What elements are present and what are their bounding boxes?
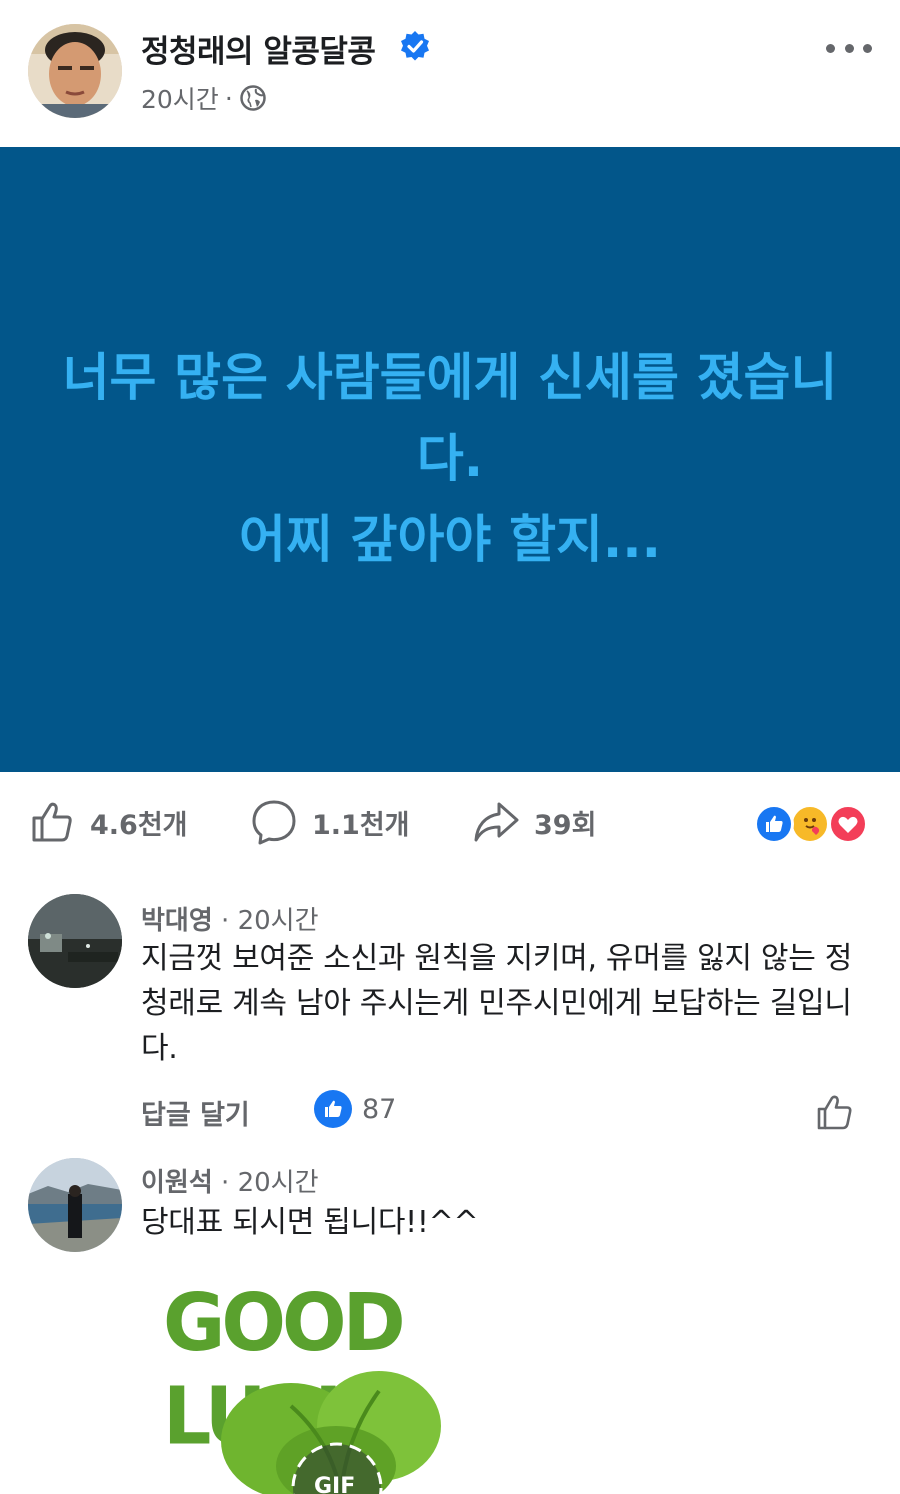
comment-text: 지금껏 보여준 소신과 원칙을 지키며, 유머를 잃지 않는 정청래로 계속 남…: [141, 941, 853, 1066]
comment-icon: [252, 800, 296, 845]
like-count: 4.6천개: [90, 809, 188, 841]
clover-image: [221, 1371, 441, 1494]
care-reaction-icon: [790, 804, 830, 844]
text-post-line: 다.: [416, 430, 484, 489]
share-button[interactable]: 39회: [472, 796, 596, 848]
comment-count: 1.1천개: [312, 809, 410, 841]
text-post-background: 너무 많은 사람들에게 신세를 졌습니 다. 어찌 갚아야 할지...: [0, 147, 900, 772]
author-name[interactable]: 정청래의 알콩달콩: [141, 26, 376, 71]
author-avatar[interactable]: [28, 24, 122, 118]
comment-like-icon[interactable]: [814, 1091, 856, 1133]
comment-header: 박대영 · 20시간: [141, 906, 319, 936]
share-icon: [474, 802, 519, 842]
post-action-bar: 4.6천개 1.1천개 39회: [0, 772, 900, 876]
commenter-name[interactable]: 이원석: [141, 1168, 213, 1198]
gif-badge: GIF: [314, 1474, 356, 1494]
comment-item: 박대영 · 20시간 지금껏 보여준 소신과 원칙을 지키며, 유머를 잃지 않…: [0, 890, 900, 1140]
comment-text: 당대표 되시면 됩니다!!^^: [141, 1205, 479, 1240]
reactions-summary[interactable]: [754, 804, 868, 844]
verified-badge-icon: [401, 31, 429, 61]
comment-header: 이원석 · 20시간: [141, 1168, 319, 1198]
post-header: 정청래의 알콩달콩 20시간 ·: [0, 0, 900, 147]
comment-time: 20시간: [237, 906, 319, 936]
more-options-icon[interactable]: [826, 34, 872, 62]
commenter-avatar[interactable]: [28, 894, 122, 988]
commenter-name[interactable]: 박대영: [141, 906, 213, 936]
comment-like-count: 87: [362, 1093, 397, 1125]
post-time[interactable]: 20시간: [141, 80, 219, 116]
comment-gif[interactable]: GOOD LUCK GIF: [141, 1266, 541, 1494]
thumbs-up-icon: [32, 802, 72, 842]
like-reaction-icon: [754, 804, 794, 844]
love-reaction-icon: [828, 804, 868, 844]
text-post-line: 어찌 갚아야 할지...: [238, 511, 662, 570]
text-post-line: 너무 많은 사람들에게 신세를 졌습니: [62, 349, 838, 408]
comment-time: 20시간: [237, 1168, 319, 1198]
globe-icon: [240, 85, 266, 111]
comment-item: 이원석 · 20시간 당대표 되시면 됩니다!!^^: [0, 1156, 900, 1276]
share-count: 39회: [534, 809, 597, 841]
comment-like-summary[interactable]: 87: [314, 1090, 396, 1128]
like-button[interactable]: 4.6천개: [28, 796, 188, 848]
reply-button[interactable]: 답글 달기: [141, 1093, 250, 1132]
meta-separator: ·: [224, 83, 233, 113]
commenter-avatar[interactable]: [28, 1158, 122, 1252]
post-meta: 20시간 ·: [141, 80, 267, 116]
like-reaction-icon: [314, 1090, 352, 1128]
text-post-content: 너무 많은 사람들에게 신세를 졌습니 다. 어찌 갚아야 할지...: [63, 338, 838, 581]
